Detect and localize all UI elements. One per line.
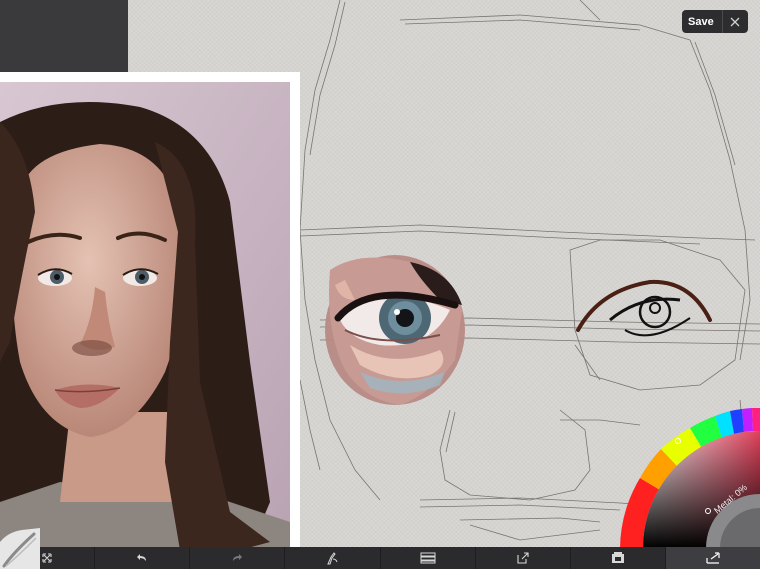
resize-icon (706, 552, 720, 564)
layers-icon (420, 552, 436, 564)
export-button[interactable] (476, 547, 571, 569)
export-icon (517, 552, 529, 564)
reference-photo (0, 82, 290, 550)
brush-preview-icon[interactable] (0, 528, 40, 569)
canvas-background-corner (0, 0, 128, 72)
reference-window[interactable] (0, 72, 300, 550)
resize-button[interactable] (665, 547, 760, 569)
painted-eye (325, 255, 465, 405)
gallery-icon (611, 552, 624, 563)
color-wheel-icon (620, 407, 760, 548)
lineart-eye (576, 279, 712, 337)
transform-icon (42, 553, 52, 563)
save-close-group: Save (682, 10, 748, 33)
close-icon (730, 17, 740, 26)
brush-button[interactable] (285, 547, 381, 569)
undo-button[interactable] (95, 547, 191, 569)
color-puck[interactable]: Metal: 0% (620, 407, 760, 548)
redo-icon (233, 554, 243, 561)
undo-icon (137, 554, 147, 561)
bottom-toolbar (0, 547, 760, 569)
save-button[interactable]: Save (682, 10, 723, 33)
gallery-button[interactable] (571, 547, 666, 569)
layers-button[interactable] (381, 547, 476, 569)
brush-icon (327, 552, 338, 565)
redo-button[interactable] (190, 547, 286, 569)
close-button[interactable] (723, 10, 748, 33)
